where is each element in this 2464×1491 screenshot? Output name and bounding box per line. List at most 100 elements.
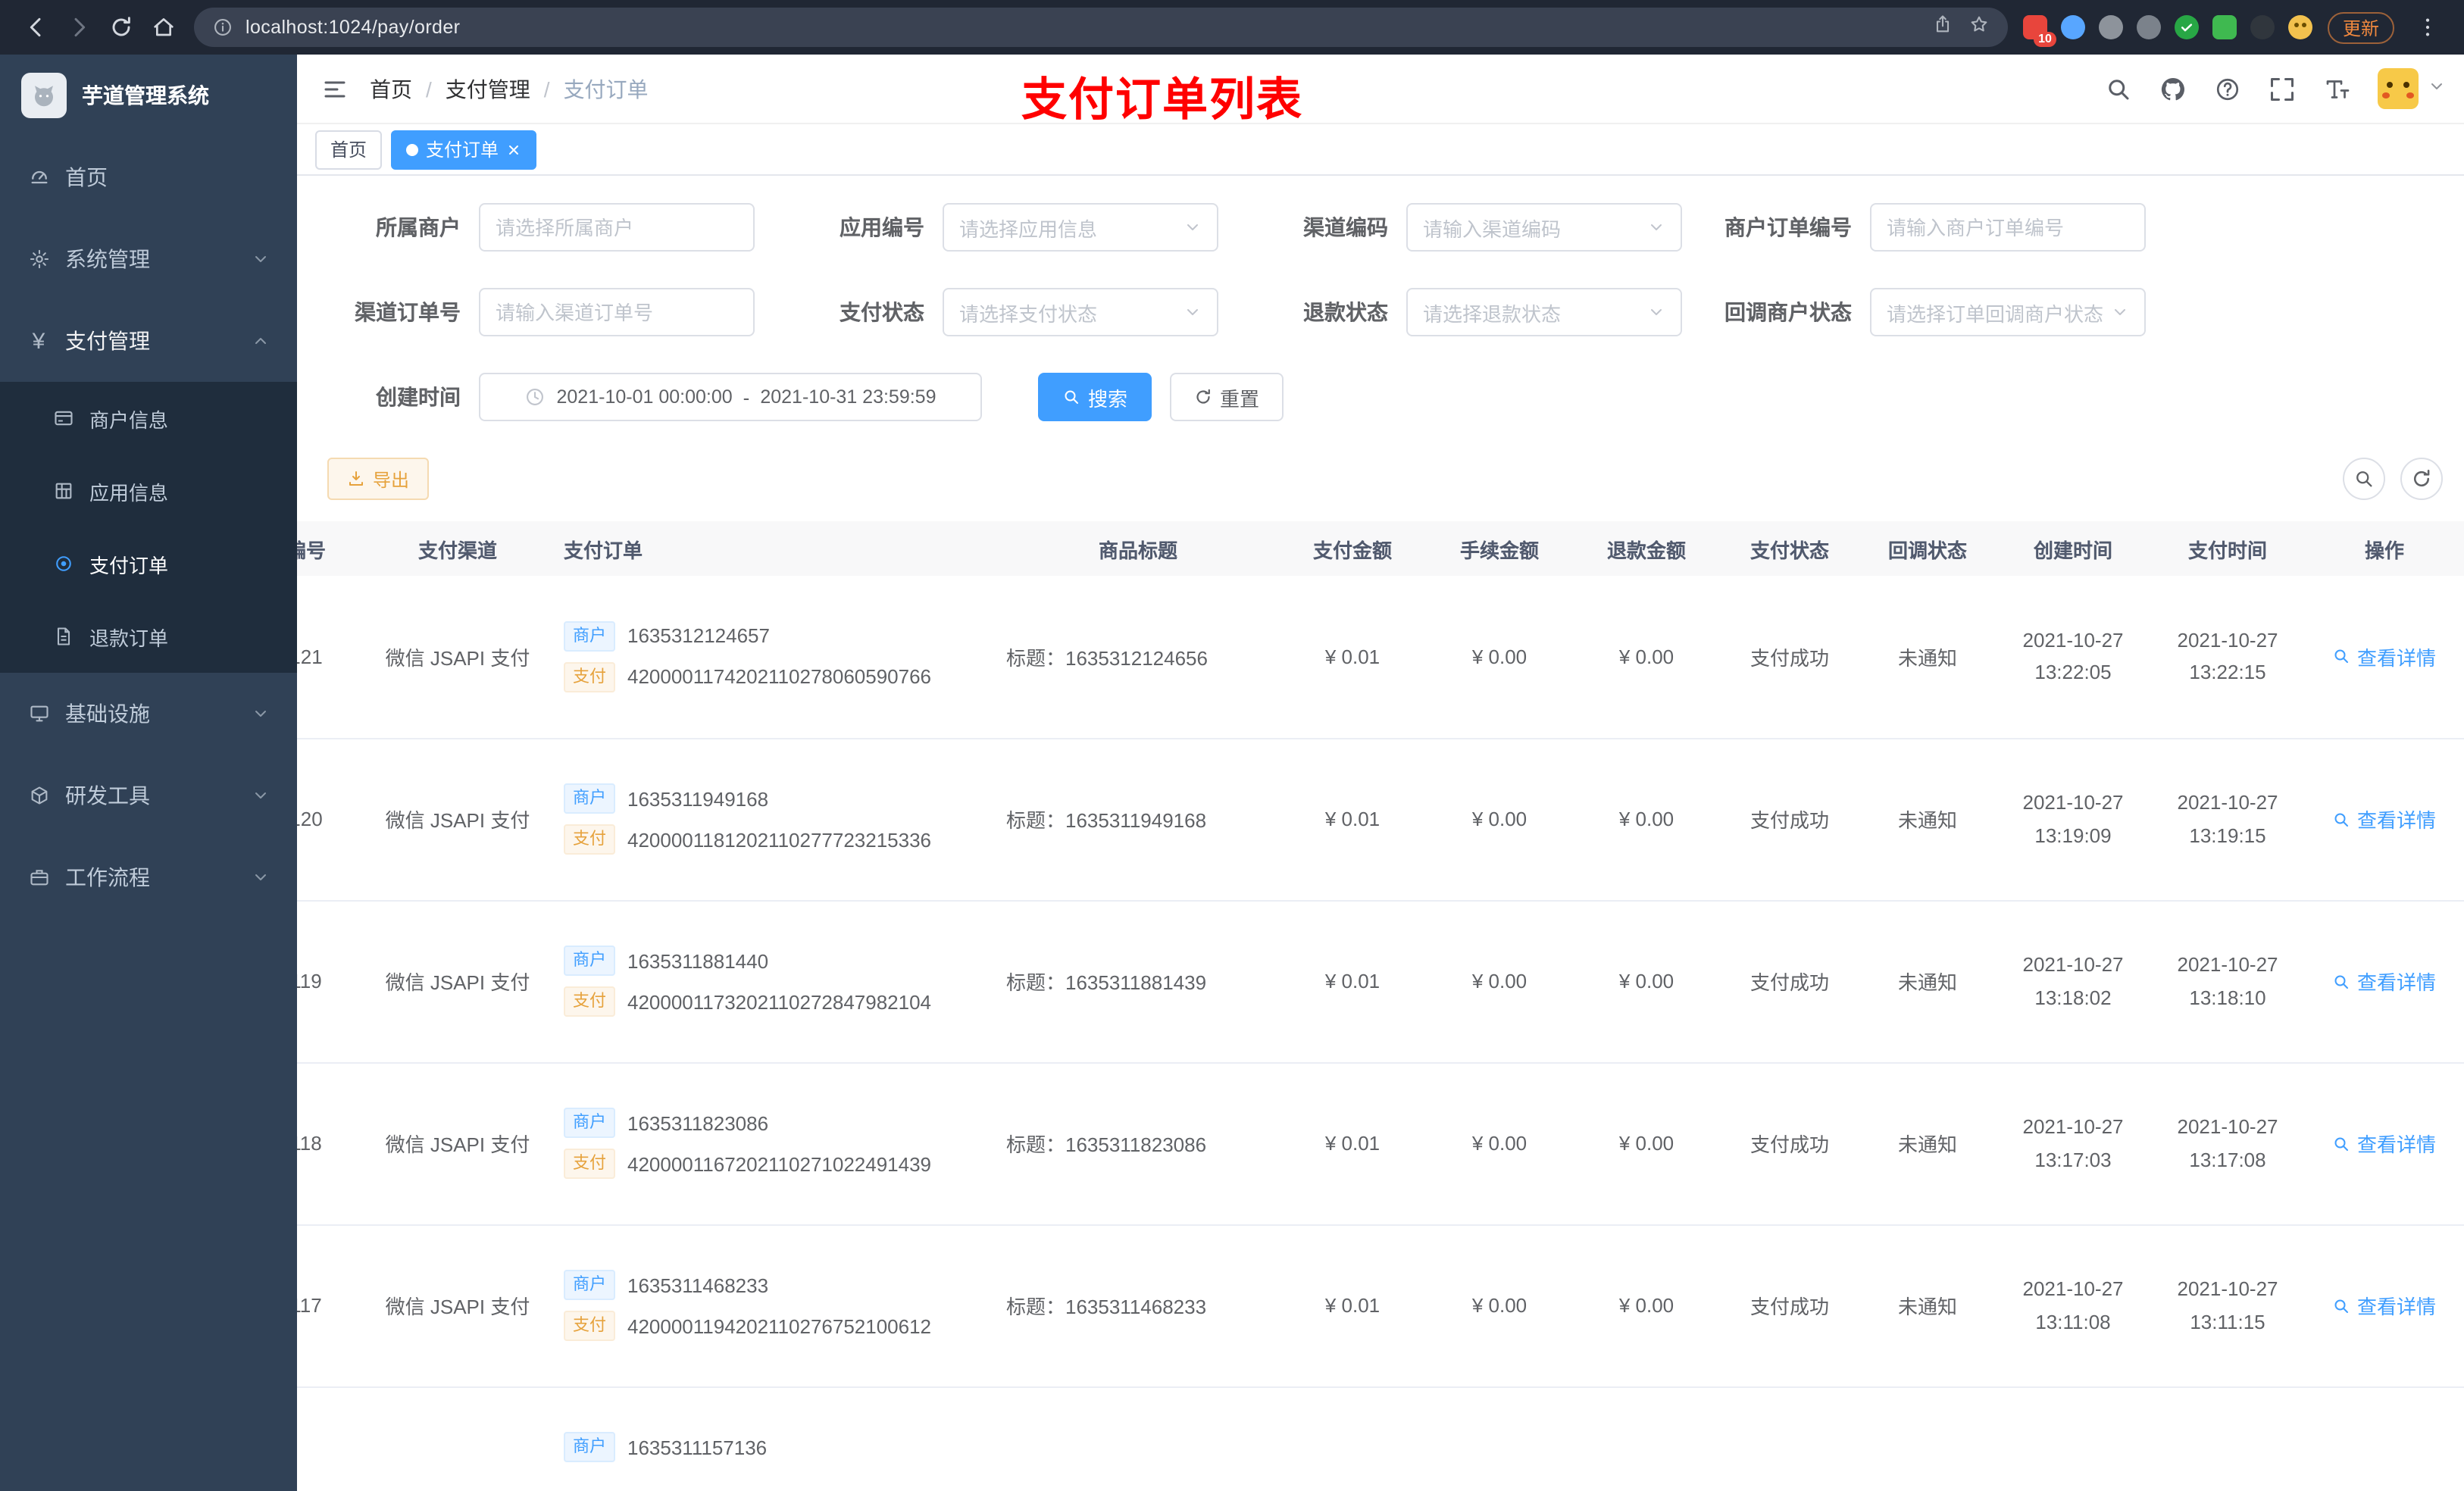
toggle-search-button[interactable] [2343, 458, 2385, 500]
help-button[interactable] [2205, 66, 2250, 111]
user-menu-caret-icon[interactable] [2428, 75, 2446, 102]
box-icon [27, 784, 50, 807]
pay-channel: 微信 JSAPI 支付 [385, 809, 530, 832]
sidebar-item-app-info[interactable]: 应用信息 [0, 455, 297, 527]
merchant-badge: 商户 [564, 1432, 615, 1462]
pay-status-select[interactable]: 请选择支付状态 [943, 288, 1218, 336]
table-tools [2343, 458, 2443, 500]
pay-order-no: 4200001173202110272847982104 [627, 990, 932, 1013]
table-header-row: 编号 支付渠道 支付订单 商品标题 支付金额 手续金额 退款金额 支付状态 回调… [297, 521, 2464, 576]
filter-create-time: 创建时间 2021-10-01 00:00:00 - 2021-10-31 23… [327, 373, 982, 421]
breadcrumb-payment[interactable]: 支付管理 [446, 73, 530, 104]
sidebar-item-workflow[interactable]: 工作流程 [0, 836, 297, 918]
tab-pay-order[interactable]: 支付订单 [391, 130, 537, 169]
extension-icon[interactable] [2174, 15, 2199, 39]
pay-order-no: 4200001194202110276752100612 [627, 1314, 932, 1337]
view-detail-link[interactable]: 查看详情 [2333, 1291, 2436, 1320]
sidebar: 芋道管理系统 首页 系统管理 ¥ 支付管理 商户信息 应用信息 支付订单 退款订… [0, 55, 297, 1491]
yen-icon: ¥ [32, 328, 45, 354]
order-id: 118 [297, 1132, 322, 1155]
kebab-menu-icon [2416, 15, 2440, 39]
browser-reload-button[interactable] [100, 6, 142, 48]
user-avatar[interactable] [2378, 68, 2419, 109]
pay-status: 支付成功 [1750, 809, 1829, 832]
fullscreen-button[interactable] [2259, 66, 2305, 111]
col-pay-time: 支付时间 [2150, 521, 2305, 576]
close-tab-icon[interactable] [506, 142, 521, 157]
app-no-select[interactable]: 请选择应用信息 [943, 203, 1218, 252]
browser-update-button[interactable]: 更新 [2327, 11, 2394, 43]
table-toolbar: 导出 [297, 458, 2464, 500]
merchant-order-no: 1635311468233 [627, 1274, 769, 1296]
target-icon [52, 552, 74, 575]
pay-time: 2021-10-27 13:17:08 [2177, 1115, 2278, 1171]
reset-button[interactable]: 重置 [1170, 373, 1284, 421]
payment-submenu: 商户信息 应用信息 支付订单 退款订单 [0, 382, 297, 673]
create-time: 2021-10-27 13:11:08 [2022, 1277, 2124, 1333]
address-bar[interactable]: localhost:1024/pay/order [194, 8, 2008, 47]
sidebar-item-payment[interactable]: ¥ 支付管理 [0, 300, 297, 382]
merchant-input[interactable] [496, 216, 738, 239]
sidebar-item-home[interactable]: 首页 [0, 136, 297, 218]
create-time-range-picker[interactable]: 2021-10-01 00:00:00 - 2021-10-31 23:59:5… [479, 373, 982, 421]
sidebar-item-refund-order[interactable]: 退款订单 [0, 600, 297, 673]
chevron-down-icon [252, 786, 270, 805]
channel-order-no-input[interactable] [496, 301, 738, 324]
browser-menu-button[interactable] [2406, 6, 2449, 48]
filter-notify-status: 回调商户状态 请选择订单回调商户状态 [1718, 288, 2146, 336]
chevron-down-icon [2111, 303, 2129, 321]
extensions-pin-icon[interactable] [2250, 15, 2275, 39]
sidebar-item-pay-order[interactable]: 支付订单 [0, 527, 297, 600]
pay-order-line: 支付 4200001194202110276752100612 [564, 1311, 988, 1341]
view-detail-link[interactable]: 查看详情 [2333, 805, 2436, 833]
sidebar-item-system[interactable]: 系统管理 [0, 218, 297, 300]
pay-time: 2021-10-27 13:22:15 [2177, 628, 2278, 684]
sidebar-item-infrastructure[interactable]: 基础设施 [0, 673, 297, 755]
channel-code-select[interactable]: 请输入渠道编码 [1406, 203, 1682, 252]
pay-channel: 微信 JSAPI 支付 [385, 646, 530, 670]
export-button[interactable]: 导出 [327, 458, 430, 500]
extension-icon[interactable] [2136, 15, 2161, 39]
extension-icon[interactable] [2212, 15, 2237, 39]
view-detail-link[interactable]: 查看详情 [2333, 1129, 2436, 1158]
sidebar-item-merchant-info[interactable]: 商户信息 [0, 382, 297, 455]
search-button[interactable]: 搜索 [1038, 373, 1152, 421]
github-link[interactable] [2150, 66, 2196, 111]
refresh-table-button[interactable] [2400, 458, 2443, 500]
url-text[interactable]: localhost:1024/pay/order [245, 17, 1920, 38]
chevron-up-icon [252, 332, 270, 350]
notify-status: 未通知 [1897, 971, 1957, 994]
order-id: 120 [297, 808, 323, 830]
refund-status-select[interactable]: 请选择退款状态 [1406, 288, 1682, 336]
browser-forward-button[interactable] [58, 6, 100, 48]
gear-icon [27, 248, 50, 270]
col-refund: 退款金额 [1573, 521, 1720, 576]
sidebar-item-dev-tools[interactable]: 研发工具 [0, 755, 297, 836]
notify-status-select[interactable]: 请选择订单回调商户状态 [1870, 288, 2146, 336]
browser-home-button[interactable] [142, 6, 185, 48]
view-detail-link[interactable]: 查看详情 [2333, 967, 2436, 996]
pay-amount: ¥ 0.01 [1324, 645, 1381, 668]
share-icon[interactable] [1932, 13, 1953, 42]
site-info-icon[interactable] [212, 17, 233, 38]
extension-icon[interactable]: 10 [2022, 15, 2056, 47]
collapse-sidebar-button[interactable] [312, 66, 358, 111]
refresh-icon [2411, 468, 2432, 489]
font-size-button[interactable] [2314, 66, 2359, 111]
chevron-down-icon [252, 250, 270, 268]
col-channel: 支付渠道 [361, 521, 555, 576]
bookmark-star-icon[interactable] [1968, 13, 1990, 42]
dashboard-icon [27, 166, 50, 189]
breadcrumb-home[interactable]: 首页 [370, 73, 412, 104]
extension-icon[interactable] [2060, 15, 2085, 39]
refund-amount: ¥ 0.00 [1618, 645, 1674, 668]
card-icon [52, 407, 74, 430]
extension-icon[interactable] [2098, 15, 2123, 39]
merchant-order-no-input[interactable] [1887, 216, 2129, 239]
browser-profile-avatar[interactable] [2287, 15, 2312, 39]
header-search-button[interactable] [2096, 66, 2141, 111]
view-detail-link[interactable]: 查看详情 [2333, 642, 2436, 671]
browser-back-button[interactable] [15, 6, 58, 48]
app-logo[interactable]: 芋道管理系统 [0, 55, 297, 136]
tab-home[interactable]: 首页 [315, 130, 383, 169]
